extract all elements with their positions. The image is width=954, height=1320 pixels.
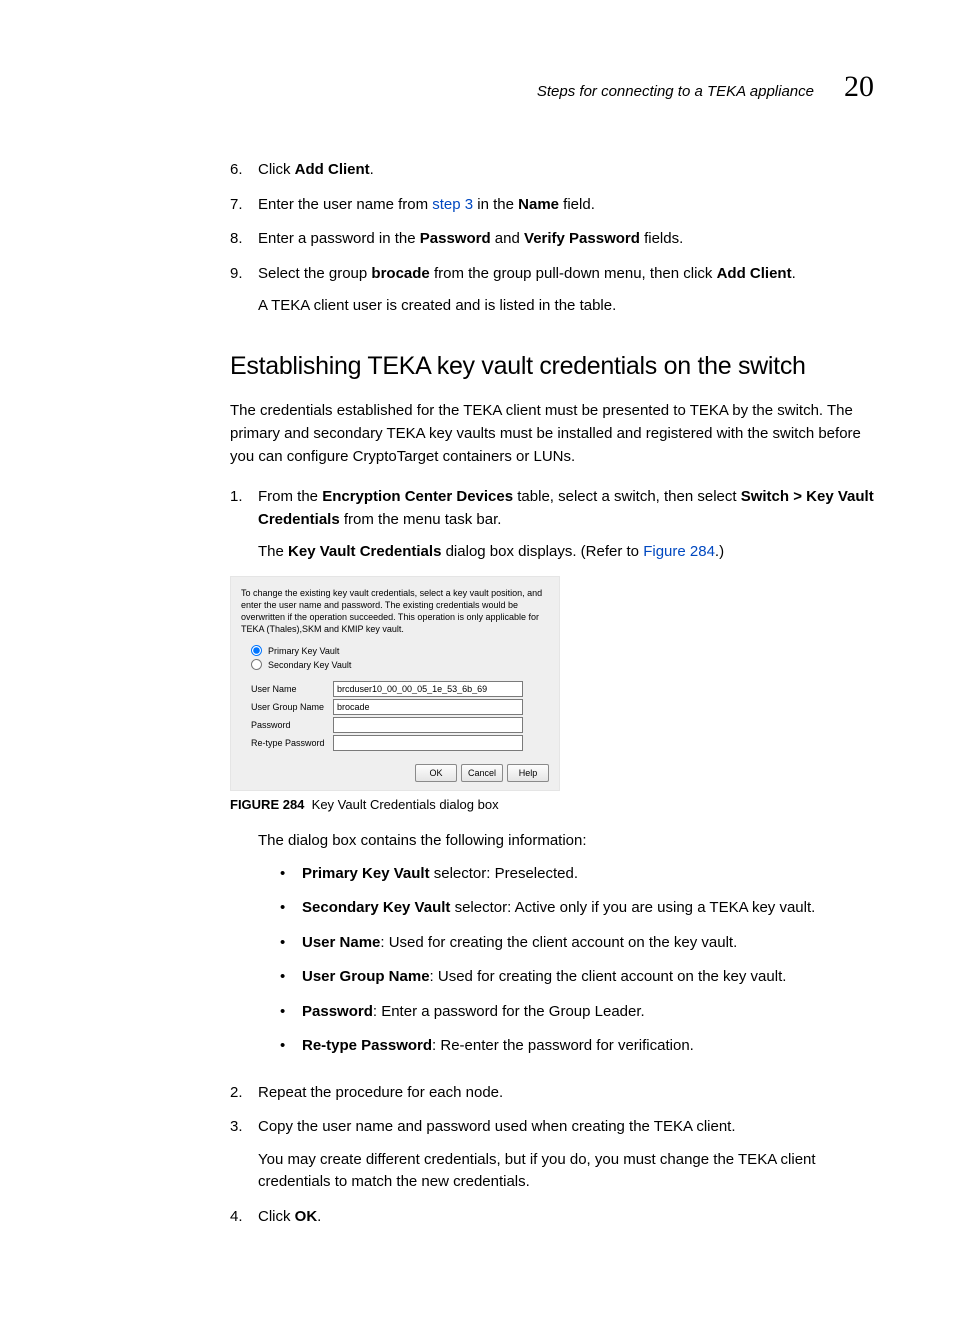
- link-step3[interactable]: step 3: [432, 196, 473, 213]
- dialog-fields: User Name User Group Name Password Re-ty…: [251, 680, 527, 752]
- help-button[interactable]: Help: [507, 764, 549, 782]
- radio-primary[interactable]: Primary Key Vault: [251, 645, 549, 656]
- step-c2: 2. Repeat the procedure for each node.: [230, 1082, 874, 1105]
- list-item: Secondary Key Vault selector: Active onl…: [280, 897, 874, 920]
- list-item: Re-type Password: Re-enter the password …: [280, 1035, 874, 1058]
- step-b1-cont: The dialog box contains the following in…: [230, 830, 874, 1070]
- running-header: Steps for connecting to a TEKA appliance…: [100, 70, 874, 104]
- step-9: 9. Select the group brocade from the gro…: [230, 263, 874, 318]
- user-name-field[interactable]: [333, 681, 523, 697]
- step-c3: 3. Copy the user name and password used …: [230, 1116, 874, 1194]
- list-item: User Name: Used for creating the client …: [280, 932, 874, 955]
- radio-primary-input[interactable]: [251, 645, 262, 656]
- step-b1: 1. From the Encryption Center Devices ta…: [230, 486, 874, 564]
- list-item: User Group Name: Used for creating the c…: [280, 966, 874, 989]
- steps-after-fig: The dialog box contains the following in…: [230, 830, 874, 1228]
- retype-label: Re-type Password: [251, 734, 333, 752]
- dialog-buttons: OK Cancel Help: [241, 764, 549, 782]
- running-title: Steps for connecting to a TEKA appliance: [537, 83, 814, 100]
- dialog-intro: To change the existing key vault credent…: [241, 587, 549, 636]
- password-label: Password: [251, 716, 333, 734]
- bullet-list: Primary Key Vault selector: Preselected.…: [280, 863, 874, 1058]
- radio-secondary-label: Secondary Key Vault: [268, 660, 351, 670]
- password-field[interactable]: [333, 717, 523, 733]
- step-7: 7. Enter the user name from step 3 in th…: [230, 194, 874, 217]
- step-c4: 4. Click OK.: [230, 1206, 874, 1229]
- page: Steps for connecting to a TEKA appliance…: [0, 0, 954, 1320]
- steps-list-a: 6. Click Add Client. 7. Enter the user n…: [230, 159, 874, 318]
- list-item: Primary Key Vault selector: Preselected.: [280, 863, 874, 886]
- radio-primary-label: Primary Key Vault: [268, 646, 339, 656]
- step-8: 8. Enter a password in the Password and …: [230, 228, 874, 251]
- user-group-field[interactable]: [333, 699, 523, 715]
- section-heading: Establishing TEKA key vault credentials …: [230, 352, 874, 381]
- radio-secondary[interactable]: Secondary Key Vault: [251, 659, 549, 670]
- key-vault-credentials-dialog: To change the existing key vault credent…: [230, 576, 560, 792]
- step-6: 6. Click Add Client.: [230, 159, 874, 182]
- list-item: Password: Enter a password for the Group…: [280, 1001, 874, 1024]
- dialog-radios: Primary Key Vault Secondary Key Vault: [241, 645, 549, 670]
- content: 6. Click Add Client. 7. Enter the user n…: [100, 159, 874, 1228]
- user-name-label: User Name: [251, 680, 333, 698]
- intro-paragraph: The credentials established for the TEKA…: [230, 399, 874, 469]
- link-figure-284[interactable]: Figure 284: [643, 543, 715, 560]
- ok-button[interactable]: OK: [415, 764, 457, 782]
- figure-caption: FIGURE 284 Key Vault Credentials dialog …: [230, 797, 874, 812]
- retype-password-field[interactable]: [333, 735, 523, 751]
- cancel-button[interactable]: Cancel: [461, 764, 503, 782]
- chapter-number: 20: [844, 70, 874, 104]
- radio-secondary-input[interactable]: [251, 659, 262, 670]
- steps-list-b: 1. From the Encryption Center Devices ta…: [230, 486, 874, 564]
- user-group-label: User Group Name: [251, 698, 333, 716]
